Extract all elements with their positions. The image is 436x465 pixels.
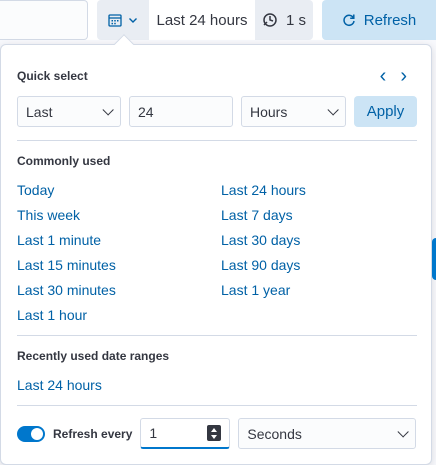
number-spinner-icon[interactable] — [207, 425, 222, 441]
apply-button[interactable]: Apply — [354, 96, 417, 127]
common-range-last-1-year[interactable]: Last 1 year — [221, 282, 290, 298]
common-range-last-90-days[interactable]: Last 90 days — [221, 257, 300, 273]
refresh-unit-select[interactable]: Seconds — [238, 418, 417, 449]
chevron-down-icon — [397, 425, 410, 438]
common-range-last-30-minutes[interactable]: Last 30 minutes — [17, 282, 116, 298]
refresh-button[interactable]: Refresh — [322, 0, 436, 40]
common-range-this-week[interactable]: This week — [17, 207, 80, 223]
query-input[interactable] — [0, 0, 88, 40]
common-range-last-15-minutes[interactable]: Last 15 minutes — [17, 257, 116, 273]
commonly-used-title: Commonly used — [17, 154, 111, 168]
common-range-today[interactable]: Today — [17, 182, 54, 198]
auto-refresh-button[interactable]: 1 s — [255, 0, 313, 40]
top-bar: Last 24 hours 1 s Refresh — [0, 0, 436, 40]
chevron-down-icon — [102, 103, 114, 116]
divider — [17, 405, 417, 406]
refresh-label: Refresh — [363, 11, 417, 29]
tense-value: Last — [26, 103, 53, 120]
unit-select[interactable]: Hours — [241, 96, 346, 127]
quantity-input[interactable]: 24 — [129, 96, 233, 127]
quantity-value: 24 — [138, 103, 154, 120]
quick-select-title: Quick select — [17, 69, 88, 83]
refresh-interval-icon — [263, 13, 277, 27]
quick-select-nav: ‹ › — [380, 66, 407, 86]
date-range-display[interactable]: Last 24 hours — [149, 0, 255, 40]
chevron-left-icon[interactable]: ‹ — [380, 66, 387, 86]
unit-value: Hours — [250, 103, 288, 120]
common-range-last-24-hours[interactable]: Last 24 hours — [221, 182, 306, 198]
refresh-every-label: Refresh every — [53, 426, 133, 441]
date-picker-popover: Quick select ‹ › Last 24 Hours Apply Com… — [0, 44, 432, 465]
chevron-right-icon[interactable]: › — [400, 66, 407, 86]
common-range-last-30-days[interactable]: Last 30 days — [221, 232, 300, 248]
divider — [17, 140, 417, 141]
common-range-last-1-hour[interactable]: Last 1 hour — [17, 307, 87, 323]
quick-select-row: Last 24 Hours Apply — [17, 96, 417, 127]
refresh-unit-value: Seconds — [247, 425, 302, 442]
common-range-last-1-minute[interactable]: Last 1 minute — [17, 232, 101, 248]
calendar-icon — [108, 14, 122, 27]
common-range-last-7-days[interactable]: Last 7 days — [221, 207, 293, 223]
refresh-toggle[interactable] — [17, 425, 45, 442]
recent-range-item[interactable]: Last 24 hours — [17, 377, 102, 393]
tense-select[interactable]: Last — [17, 96, 121, 127]
background-accent — [432, 238, 436, 280]
auto-refresh-row: Refresh every 1 Seconds — [17, 418, 417, 449]
refresh-interval-value: 1 — [149, 425, 158, 441]
chevron-down-icon — [129, 18, 137, 23]
interval-label: 1 s — [285, 11, 306, 29]
refresh-icon — [343, 14, 355, 27]
chevron-down-icon — [327, 103, 339, 116]
divider — [17, 335, 417, 336]
recent-ranges-title: Recently used date ranges — [17, 349, 170, 363]
refresh-interval-input[interactable]: 1 — [140, 418, 231, 449]
